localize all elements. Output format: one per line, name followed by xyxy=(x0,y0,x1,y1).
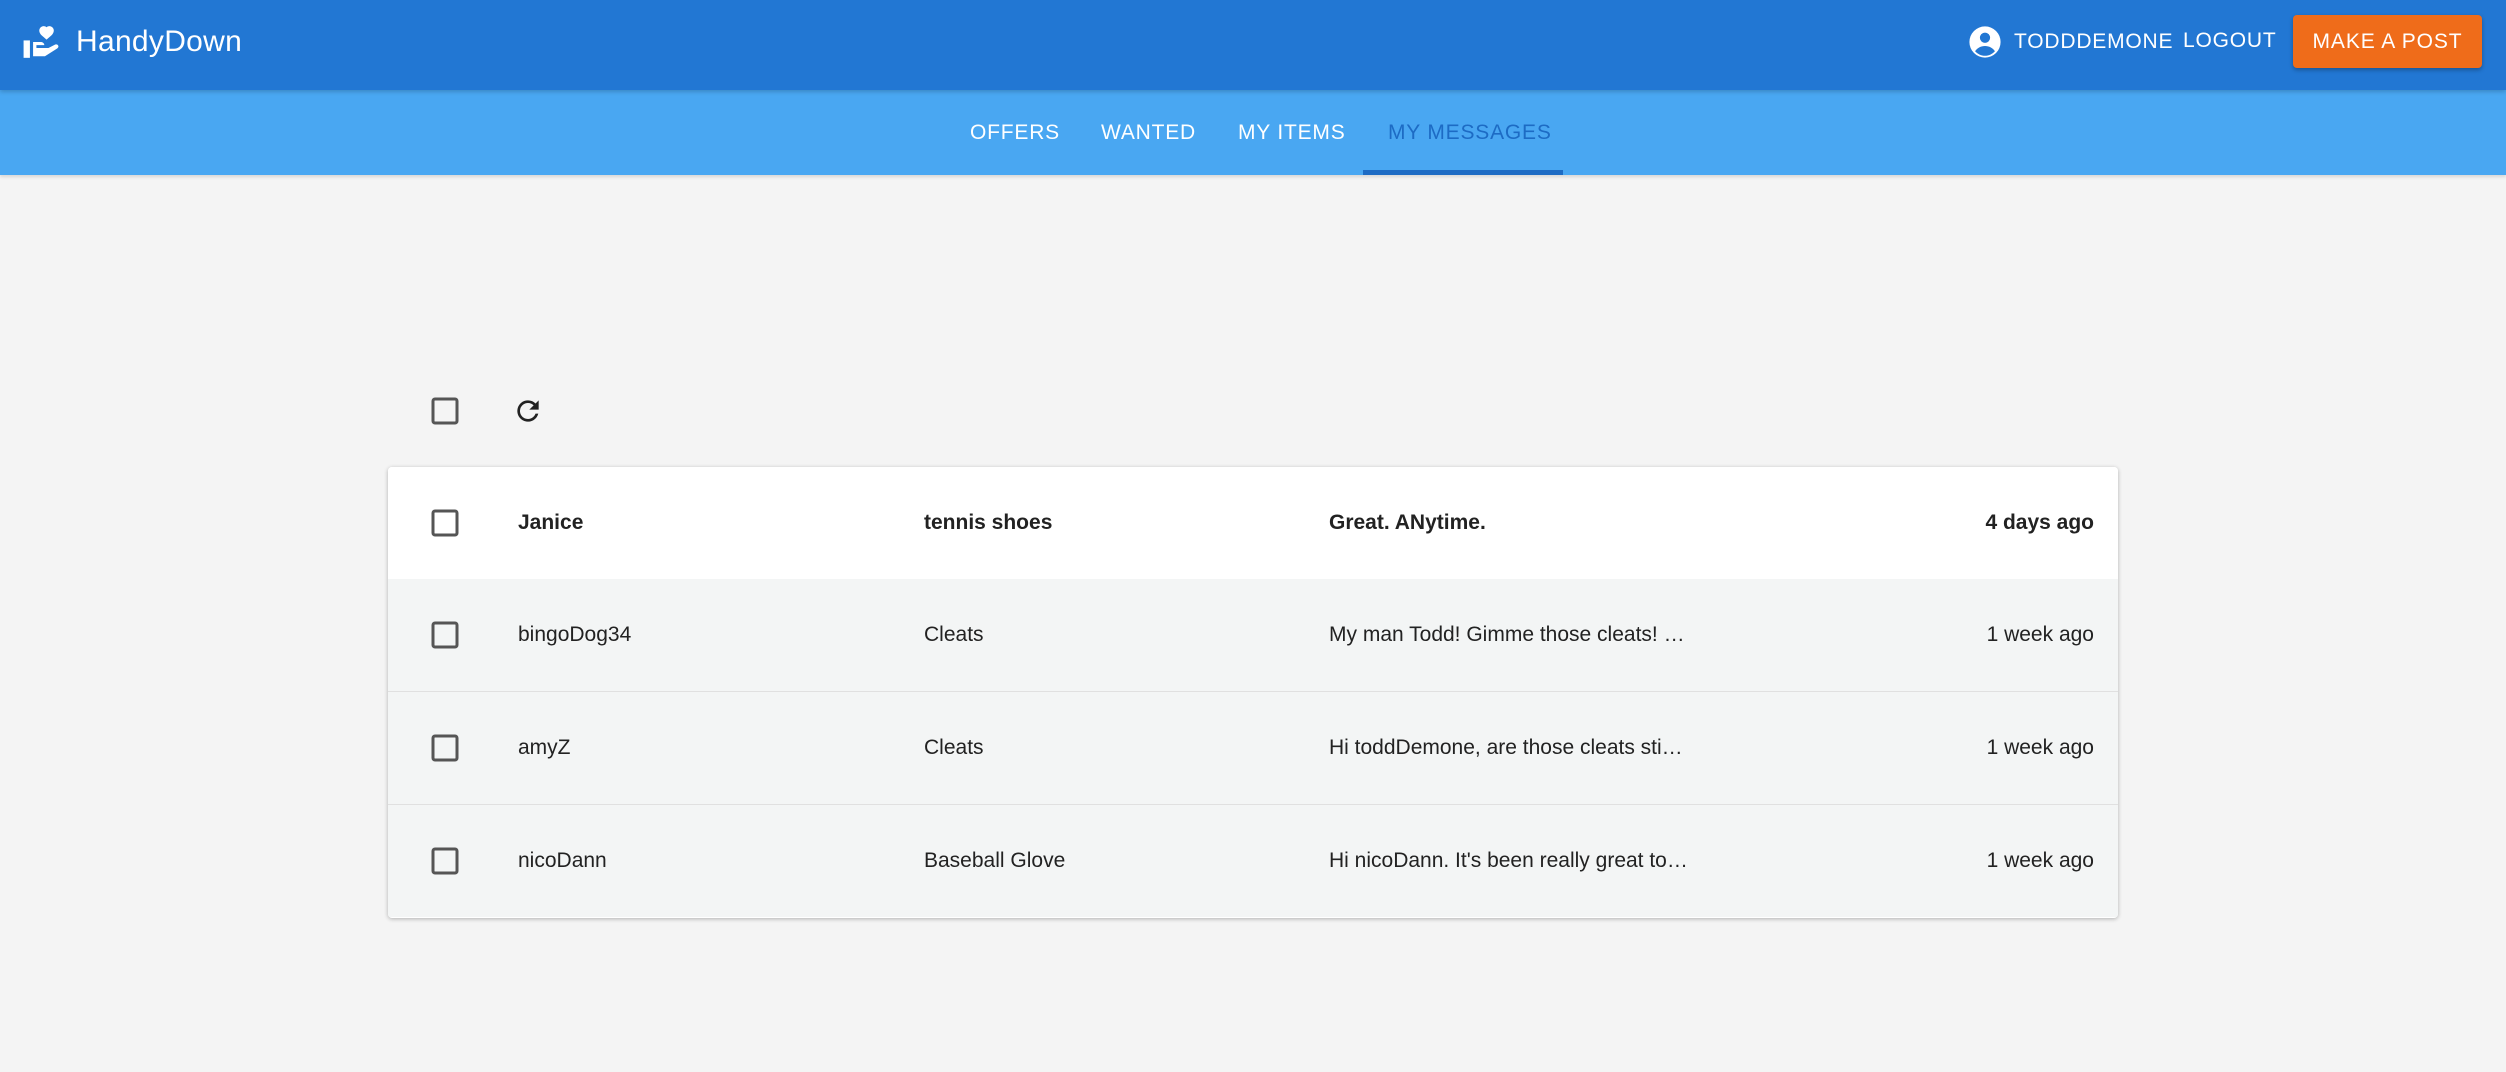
refresh-icon xyxy=(517,400,539,422)
refresh-button[interactable] xyxy=(512,395,544,427)
select-all-checkbox[interactable] xyxy=(430,396,460,426)
message-sender: amyZ xyxy=(518,736,571,759)
message-time: 1 week ago xyxy=(1986,849,2094,872)
row-checkbox[interactable] xyxy=(430,692,460,804)
message-row[interactable]: bingoDog34 Cleats My man Todd! Gimme tho… xyxy=(388,579,2118,692)
message-preview: My man Todd! Gimme those cleats! … xyxy=(1329,623,1685,646)
logout-button[interactable]: LOGOUT xyxy=(2183,29,2276,53)
brand[interactable]: HandyDown xyxy=(22,0,242,84)
message-sender: nicoDann xyxy=(518,849,607,872)
account-circle-icon xyxy=(1969,26,2001,58)
tab-offers[interactable]: OFFERS xyxy=(970,90,1060,175)
checkbox-outline-icon xyxy=(431,509,459,537)
message-sender: Janice xyxy=(518,511,584,534)
app-bar: HandyDown TODDDEMONE LOGOUT MAKE A POST xyxy=(0,0,2506,90)
tab-my-items[interactable]: MY ITEMS xyxy=(1238,90,1346,175)
message-subject: tennis shoes xyxy=(924,511,1053,534)
message-subject: Cleats xyxy=(924,623,984,646)
checkbox-outline-icon xyxy=(431,621,459,649)
row-checkbox[interactable] xyxy=(430,579,460,691)
message-subject: Baseball Glove xyxy=(924,849,1066,872)
message-preview: Hi nicoDann. It's been really great to… xyxy=(1329,849,1688,872)
message-subject: Cleats xyxy=(924,736,984,759)
tab-wanted[interactable]: WANTED xyxy=(1101,90,1196,175)
user-menu[interactable]: TODDDEMONE xyxy=(1968,0,2173,84)
tab-bar: OFFERS WANTED MY ITEMS MY MESSAGES xyxy=(0,90,2506,175)
message-time: 4 days ago xyxy=(1985,511,2094,534)
make-a-post-button[interactable]: MAKE A POST xyxy=(2293,15,2482,68)
active-tab-indicator xyxy=(1363,170,1563,175)
message-list: Janice tennis shoes Great. ANytime. 4 da… xyxy=(388,467,2118,918)
message-row[interactable]: nicoDann Baseball Glove Hi nicoDann. It'… xyxy=(388,805,2118,917)
checkbox-outline-icon xyxy=(431,847,459,875)
checkbox-outline-icon xyxy=(431,734,459,762)
row-checkbox[interactable] xyxy=(430,805,460,917)
message-preview: Hi toddDemone, are those cleats sti… xyxy=(1329,736,1683,759)
checkbox-outline-icon xyxy=(431,397,459,425)
message-sender: bingoDog34 xyxy=(518,623,632,646)
message-row[interactable]: amyZ Cleats Hi toddDemone, are those cle… xyxy=(388,692,2118,805)
message-row[interactable]: Janice tennis shoes Great. ANytime. 4 da… xyxy=(388,467,2118,580)
message-time: 1 week ago xyxy=(1986,736,2094,759)
username-label: TODDDEMONE xyxy=(2014,30,2174,53)
hand-heart-icon xyxy=(23,26,59,58)
tab-my-messages[interactable]: MY MESSAGES xyxy=(1388,90,1552,175)
brand-name: HandyDown xyxy=(76,25,243,58)
message-preview: Great. ANytime. xyxy=(1329,511,1486,534)
message-time: 1 week ago xyxy=(1986,623,2094,646)
row-checkbox[interactable] xyxy=(430,467,460,579)
